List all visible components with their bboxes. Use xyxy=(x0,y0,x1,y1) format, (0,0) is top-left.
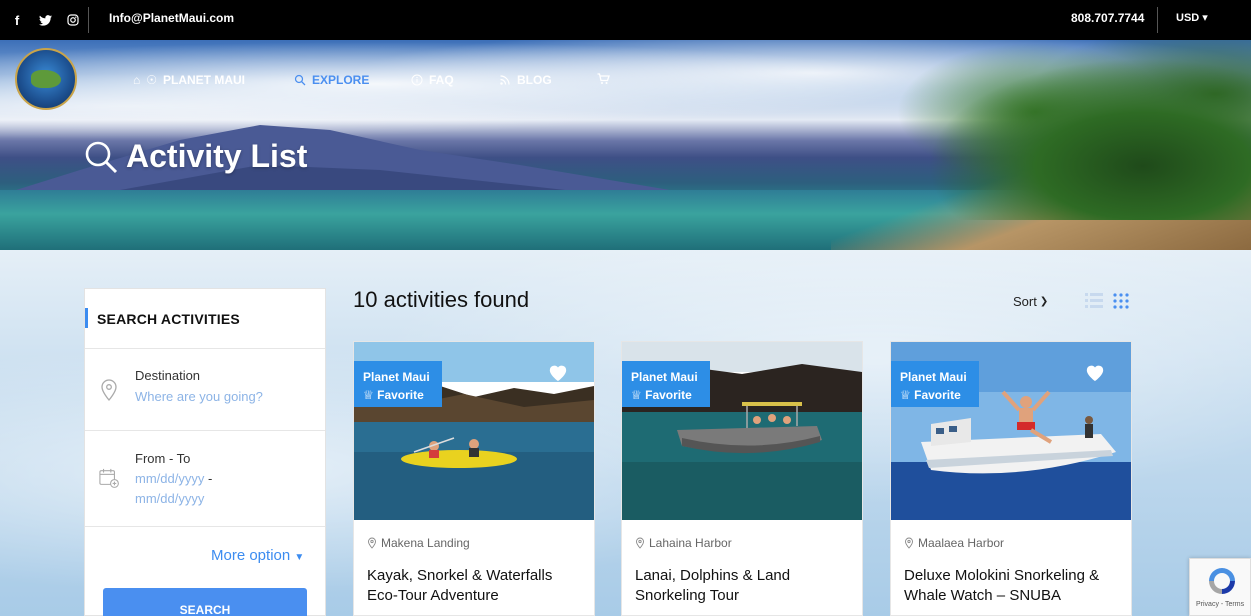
social-links: f xyxy=(8,11,82,29)
badge-title: Planet Maui xyxy=(900,370,967,384)
crown-icon: ♕ xyxy=(363,388,374,402)
date-range-label: From - To xyxy=(135,451,191,466)
badge-subtitle-label: Favorite xyxy=(645,388,692,402)
topbar-divider xyxy=(88,7,89,33)
favorite-badge: Planet Maui ♕ Favorite xyxy=(622,361,710,407)
heart-icon[interactable] xyxy=(1084,362,1106,382)
currency-value: USD xyxy=(1176,12,1200,24)
instagram-icon[interactable] xyxy=(64,11,82,29)
badge-subtitle: ♕ Favorite xyxy=(631,386,710,404)
badge-subtitle: ♕ Favorite xyxy=(363,386,442,404)
nav-planet-maui[interactable]: ⌂ ☉ PLANET MAUI xyxy=(133,73,245,87)
page-title: Activity List xyxy=(84,138,307,175)
location-text: Makena Landing xyxy=(381,536,470,550)
chevron-down-icon: ❯ xyxy=(1039,296,1049,307)
nav-cart[interactable] xyxy=(597,73,610,85)
recaptcha-links[interactable]: Privacy - Terms xyxy=(1196,601,1244,608)
badge-subtitle-label: Favorite xyxy=(914,388,961,402)
sidebar-header-accent xyxy=(85,308,88,328)
caret-down-icon: ▼ xyxy=(294,552,305,563)
home-icon: ⌂ xyxy=(133,73,141,87)
sidebar-heading: SEARCH ACTIVITIES xyxy=(97,311,240,327)
nav-label: PLANET MAUI xyxy=(163,73,246,87)
date-from-value: mm/dd/yyyy xyxy=(135,471,205,486)
nav-label: BLOG xyxy=(517,73,552,87)
destination-input[interactable]: Where are you going? xyxy=(135,389,263,404)
badge-subtitle: ♕ Favorite xyxy=(900,386,979,404)
crown-icon: ♕ xyxy=(631,388,642,402)
recaptcha-badge[interactable]: Privacy - Terms xyxy=(1189,558,1251,616)
map-pin-icon xyxy=(101,379,117,401)
activity-location: Makena Landing xyxy=(367,536,470,550)
search-button[interactable]: SEARCH xyxy=(103,588,307,616)
search-icon xyxy=(294,74,306,86)
date-range-field[interactable]: From - To mm/dd/yyyy - mm/dd/yyyy xyxy=(85,431,325,527)
badge-title: Planet Maui xyxy=(363,370,430,384)
activity-title[interactable]: Kayak, Snorkel & Waterfalls Eco-Tour Adv… xyxy=(367,566,587,606)
results-count: 10 activities found xyxy=(353,287,530,312)
map-pin-icon xyxy=(368,537,376,549)
crown-icon: ♕ xyxy=(900,388,911,402)
nav-label: EXPLORE xyxy=(312,73,370,87)
email-link[interactable]: Info@PlanetMaui.com xyxy=(109,11,234,25)
activity-card[interactable]: Planet Maui ♕ Favorite Maalaea Harbor De… xyxy=(890,341,1132,616)
topbar-divider xyxy=(1157,7,1158,33)
activity-location: Lahaina Harbor xyxy=(635,536,732,550)
nav-blog[interactable]: BLOG xyxy=(499,73,552,87)
info-icon xyxy=(411,74,423,86)
hero-palms xyxy=(891,40,1251,220)
badge-subtitle-label: Favorite xyxy=(377,388,424,402)
heart-icon[interactable] xyxy=(547,362,569,382)
date-separator: - xyxy=(207,471,213,486)
sort-label: Sort xyxy=(1013,294,1037,309)
location-text: Lahaina Harbor xyxy=(649,536,732,550)
activity-title[interactable]: Deluxe Molokini Snorkeling & Whale Watch… xyxy=(904,566,1124,606)
recaptcha-icon xyxy=(1209,568,1235,594)
globe-icon: ☉ xyxy=(146,73,158,87)
calendar-icon xyxy=(99,468,119,488)
date-to-input[interactable]: mm/dd/yyyy xyxy=(135,491,204,506)
activity-location: Maalaea Harbor xyxy=(904,536,1004,550)
page-title-text: Activity List xyxy=(126,138,308,174)
favorite-badge: Planet Maui ♕ Favorite xyxy=(891,361,979,407)
facebook-icon[interactable]: f xyxy=(8,11,26,29)
search-icon xyxy=(85,141,118,173)
grid-view-icon[interactable] xyxy=(1112,292,1130,310)
badge-title: Planet Maui xyxy=(631,370,698,384)
nav-faq[interactable]: FAQ xyxy=(411,73,454,87)
chevron-down-icon: ▾ xyxy=(1202,12,1208,24)
nav-explore[interactable]: EXPLORE xyxy=(294,73,369,87)
currency-selector[interactable]: USD ▾ xyxy=(1176,11,1208,24)
more-option-label: More option xyxy=(211,547,291,564)
map-pin-icon xyxy=(905,537,913,549)
date-from-input[interactable]: mm/dd/yyyy - xyxy=(135,471,212,486)
more-option-link[interactable]: More option ▼ xyxy=(211,547,304,564)
list-view-icon[interactable] xyxy=(1085,292,1103,310)
sort-dropdown[interactable]: Sort ❯ xyxy=(1013,294,1048,309)
activity-card[interactable]: Planet Maui ♕ Favorite Makena Landing Ka… xyxy=(353,341,595,616)
search-sidebar: SEARCH ACTIVITIES Destination Where are … xyxy=(84,288,326,616)
sidebar-header: SEARCH ACTIVITIES xyxy=(85,289,325,349)
nav-label: FAQ xyxy=(429,73,454,87)
location-text: Maalaea Harbor xyxy=(918,536,1005,550)
destination-label: Destination xyxy=(135,368,201,383)
phone-number[interactable]: 808.707.7744 xyxy=(1071,11,1144,25)
planet-maui-logo[interactable] xyxy=(15,48,77,110)
destination-field[interactable]: Destination Where are you going? xyxy=(85,349,325,431)
cart-icon xyxy=(597,73,610,84)
map-pin-icon xyxy=(636,537,644,549)
activity-card[interactable]: Planet Maui ♕ Favorite Lahaina Harbor La… xyxy=(621,341,863,616)
favorite-badge: Planet Maui ♕ Favorite xyxy=(354,361,442,407)
logo-island xyxy=(31,70,61,88)
activity-title[interactable]: Lanai, Dolphins & Land Snorkeling Tour xyxy=(635,566,855,606)
twitter-icon[interactable] xyxy=(36,11,54,29)
rss-icon xyxy=(500,75,510,85)
top-bar: f Info@PlanetMaui.com 808.707.7744 USD ▾ xyxy=(0,0,1251,40)
